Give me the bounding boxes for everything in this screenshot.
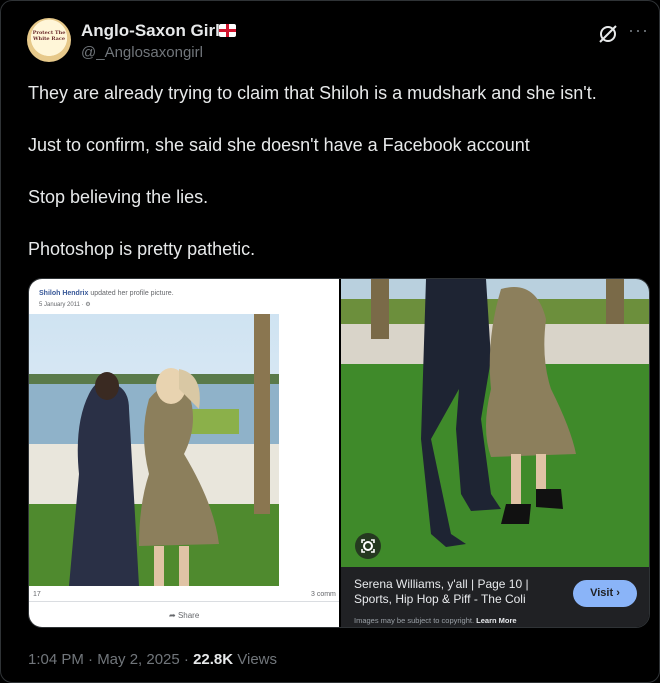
tweet-card: Protect The White Race Anglo-Saxon Girl … — [0, 0, 660, 683]
learn-more-link[interactable]: Learn More — [476, 616, 516, 625]
fb-comments: 3 comm — [311, 591, 336, 598]
copyright-text: Images may be subject to copyright. — [354, 616, 475, 625]
tweet-line-4: Photoshop is pretty pathetic. — [28, 239, 256, 259]
tweet-line-3: Stop believing the lies. — [28, 187, 209, 207]
lens-icon[interactable] — [355, 533, 381, 559]
tweet-line-1: They are already trying to claim that Sh… — [28, 83, 597, 103]
fb-divider — [29, 601, 339, 602]
serena-photo — [341, 279, 649, 567]
share-icon: ➦ — [169, 611, 178, 620]
media-container: Shiloh Hendrix updated her profile pictu… — [28, 278, 650, 628]
tweet-footer: 1:04 PM · May 2, 2025 · 22.8K Views — [28, 651, 277, 668]
copyright-note: Images may be subject to copyright. Lear… — [354, 616, 517, 625]
england-flag-icon — [219, 24, 236, 37]
more-icon[interactable]: ··· — [628, 21, 649, 39]
fb-poster-name: Shiloh Hendrix — [39, 290, 89, 297]
views-count: 22.8K — [193, 651, 234, 668]
lens-glyph — [361, 539, 375, 553]
fb-photo — [29, 314, 279, 586]
fb-poster-action: updated her profile picture. — [90, 290, 174, 297]
image-result-caption: Serena Williams, y'all | Page 10 | Sport… — [341, 567, 649, 627]
author-name[interactable]: Anglo-Saxon Girl — [81, 21, 220, 41]
visit-button[interactable]: Visit › — [573, 580, 637, 607]
avatar-text: Protect The White Race — [32, 30, 66, 42]
avatar[interactable]: Protect The White Race — [27, 18, 71, 62]
fb-date: 5 January 2011 · ⚙ — [39, 302, 91, 308]
fb-share-button: ➦ Share — [169, 611, 199, 620]
fb-share-label: Share — [177, 611, 200, 620]
author-handle[interactable]: @_Anglosaxongirl — [81, 44, 203, 61]
views-label: Views — [233, 651, 278, 668]
fb-post-header: Shiloh Hendrix updated her profile pictu… — [39, 290, 174, 297]
result-title[interactable]: Serena Williams, y'all | Page 10 | Sport… — [354, 577, 564, 607]
timestamp[interactable]: 1:04 PM · May 2, 2025 · — [28, 651, 193, 668]
left-image[interactable]: Shiloh Hendrix updated her profile pictu… — [29, 279, 339, 627]
fb-reaction-count: 17 — [33, 591, 41, 598]
grok-icon[interactable] — [597, 23, 619, 45]
tweet-line-2: Just to confirm, she said she doesn't ha… — [28, 135, 530, 155]
